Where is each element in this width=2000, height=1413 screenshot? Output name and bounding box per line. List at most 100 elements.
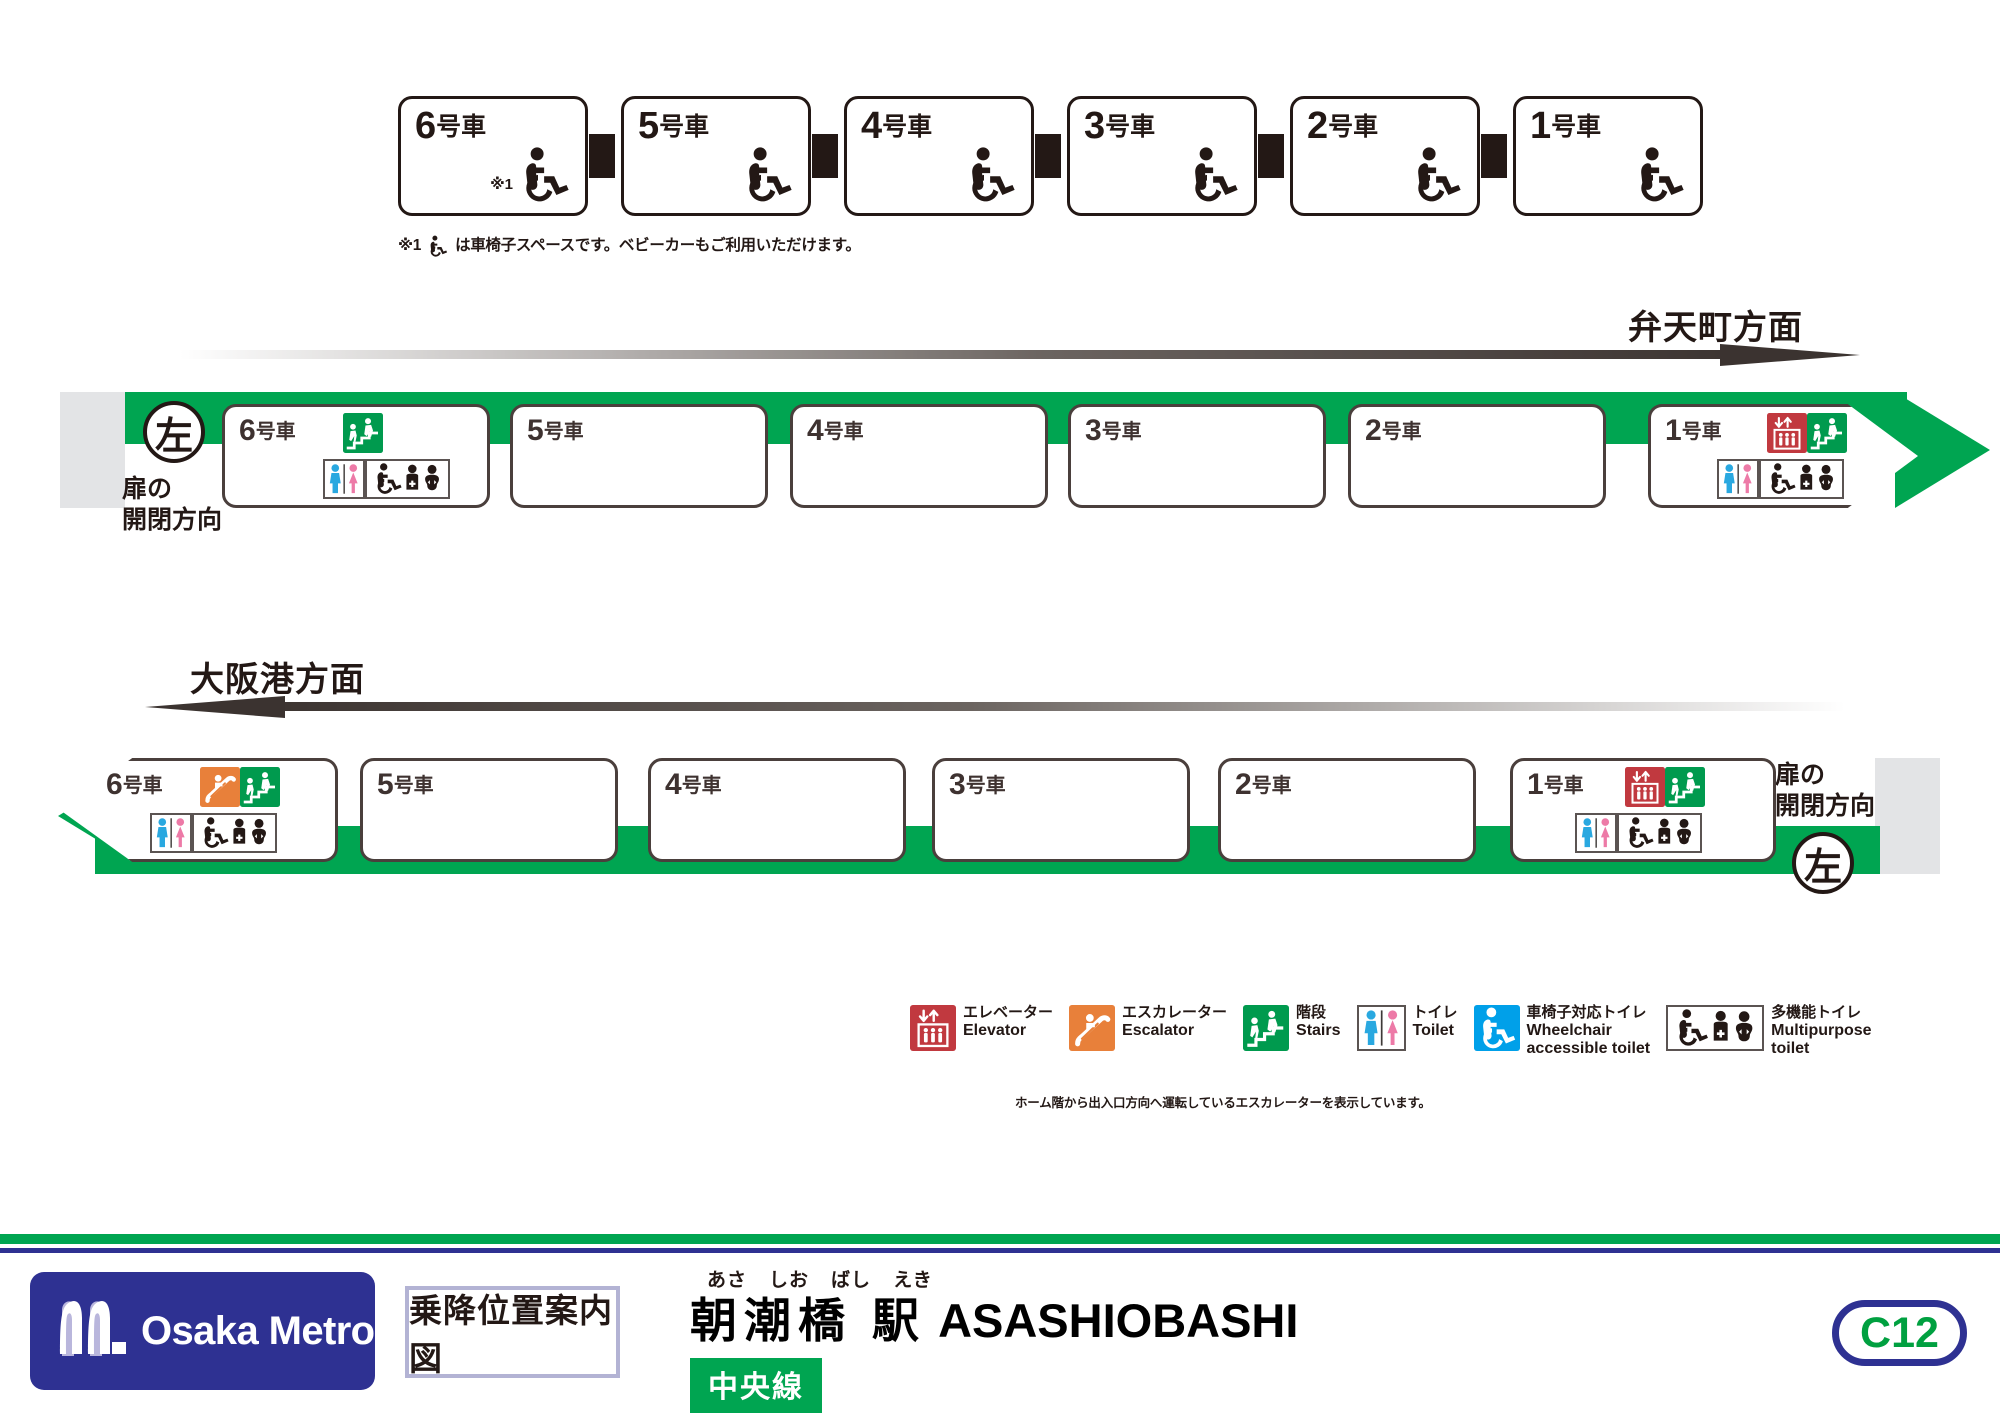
platform-end-cap-left bbox=[60, 392, 125, 508]
legend-item-stairs: 階段 Stairs bbox=[1243, 1004, 1341, 1056]
facility-icons-top bbox=[200, 767, 280, 812]
lower-direction-header: 大阪港方面 bbox=[0, 652, 2000, 718]
car-number-label: 4号車 bbox=[665, 768, 722, 801]
door-side-mark-left: 左 bbox=[143, 401, 205, 463]
facility-icons-bottom bbox=[323, 459, 450, 499]
furigana-part: しお bbox=[768, 1270, 809, 1291]
car-number-label: 4号車 bbox=[861, 105, 933, 147]
lower-direction-arrow bbox=[145, 696, 1845, 718]
car-number-label: 6号車 bbox=[239, 414, 296, 447]
train-formation-row: 6号車 ※1 5号車 4号車 3号車 2号車 1号車 bbox=[398, 96, 1703, 216]
facility-icons-top bbox=[1767, 413, 1847, 458]
door-label-line2: 開閉方向 bbox=[122, 506, 223, 534]
footer-navy-rule bbox=[0, 1248, 2000, 1253]
station-name-en: ASASHIOBASHI bbox=[938, 1294, 1299, 1347]
door-direction-label-upper: 扉の 開閉方向 bbox=[122, 474, 222, 536]
facility-icons-bottom bbox=[150, 813, 277, 853]
furigana-part: ばし bbox=[830, 1270, 871, 1291]
legend-label: 多機能トイレ Multipurpose toilet bbox=[1771, 1004, 1872, 1058]
car-number-label: 1号車 bbox=[1527, 768, 1584, 801]
wheelchair-space-icon bbox=[740, 146, 796, 207]
upper-direction-label: 弁天町方面 bbox=[1628, 309, 1803, 347]
lower-direction-label: 大阪港方面 bbox=[190, 661, 365, 699]
facility-legend: エレベーター Elevator エスカレーター Escalator 階段 Stairs トイ… bbox=[910, 1004, 1888, 1058]
station-furigana: あさ しお ばし えき bbox=[696, 1265, 1298, 1292]
osaka-metro-logo: Osaka Metro bbox=[30, 1272, 375, 1390]
facility-icons-top bbox=[343, 413, 383, 458]
legend-label: 車椅子対応トイレ Wheelchair accessible toilet bbox=[1526, 1004, 1651, 1058]
door-side-mark-text: 左 bbox=[1803, 846, 1842, 889]
car-number-label: 5号車 bbox=[527, 414, 584, 447]
elevator-icon bbox=[1767, 413, 1807, 458]
wheelchair-space-icon bbox=[1409, 146, 1465, 207]
facility-icons-bottom bbox=[1575, 813, 1702, 853]
train-car-3: 3号車 bbox=[1067, 96, 1257, 216]
train-car-2: 2号車 bbox=[1290, 96, 1480, 216]
lower-platform-diagram: 左 扉の 開閉方向 6号車 5号車 4号車 3号車 2号車 1号車 bbox=[0, 748, 2000, 908]
car-number-label: 6号車 bbox=[106, 768, 163, 801]
stairs-icon bbox=[240, 767, 280, 812]
platform-car-2: 2号車 bbox=[1218, 758, 1476, 862]
multipurpose-toilet-icon bbox=[1617, 813, 1702, 853]
elevator-icon bbox=[1625, 767, 1665, 812]
car-number-label: 6号車 bbox=[415, 105, 487, 147]
station-name-ja: 朝潮橋 駅 bbox=[690, 1294, 927, 1347]
multipurpose-toilet-icon bbox=[1666, 1005, 1765, 1051]
door-label-line1: 扉の bbox=[1775, 761, 1826, 789]
footnote-marker: ※1 bbox=[398, 237, 422, 254]
car-number-label: 2号車 bbox=[1235, 768, 1292, 801]
platform-car-5: 5号車 bbox=[360, 758, 618, 862]
facility-icons-bottom bbox=[1717, 459, 1844, 499]
toilet-icon bbox=[1575, 813, 1617, 853]
facility-icons-top bbox=[1625, 767, 1705, 812]
car-number-label: 1号車 bbox=[1665, 414, 1722, 447]
platform-car-4: 4号車 bbox=[648, 758, 906, 862]
car-coupler bbox=[812, 134, 838, 178]
escalator-note: ホーム階から出入口方向へ運転しているエスカレーターを表示しています。 bbox=[1015, 1096, 1431, 1110]
wheelchair-icon bbox=[427, 235, 449, 262]
car-number-label: 1号車 bbox=[1530, 105, 1602, 147]
elevator-icon bbox=[910, 1005, 956, 1056]
car-number-label: 3号車 bbox=[949, 768, 1006, 801]
platform-end-cap-right bbox=[1875, 758, 1940, 874]
toilet-icon bbox=[323, 459, 365, 499]
car-coupler bbox=[589, 134, 615, 178]
train-car-1: 1号車 bbox=[1513, 96, 1703, 216]
train-car-4: 4号車 bbox=[844, 96, 1034, 216]
car-coupler bbox=[1481, 134, 1507, 178]
wheelchair-toilet-icon bbox=[1473, 1005, 1520, 1056]
station-name: 朝潮橋 駅 ASASHIOBASHI bbox=[690, 1294, 1298, 1348]
legend-item-multipurpose-toilet: 多機能トイレ Multipurpose toilet bbox=[1666, 1004, 1872, 1058]
multipurpose-toilet-icon bbox=[1759, 459, 1844, 499]
station-code-badge: C12 bbox=[1832, 1300, 1967, 1366]
car-coupler bbox=[1035, 134, 1061, 178]
platform-car-6: 6号車 bbox=[222, 404, 490, 508]
car-number-label: 3号車 bbox=[1084, 105, 1156, 147]
toilet-icon bbox=[150, 813, 192, 853]
car-number-label: 5号車 bbox=[638, 105, 710, 147]
legend-item-toilet: トイレ Toilet bbox=[1356, 1004, 1458, 1051]
wheelchair-space-icon bbox=[1632, 146, 1688, 207]
stairs-icon bbox=[1243, 1005, 1290, 1056]
footnote-text: は車椅子スペースです。ベビーカーもご利用いただけます。 bbox=[455, 237, 861, 254]
boarding-position-diagram: 6号車 ※1 5号車 4号車 3号車 2号車 1号車 ※1 は車椅子スペースです。ベビーカー… bbox=[0, 0, 2000, 1413]
footer-green-rule bbox=[0, 1234, 2000, 1244]
map-kind-box: 乗降位置案内図 bbox=[405, 1286, 620, 1378]
brand-wordmark: Osaka Metro bbox=[141, 1308, 375, 1353]
legend-label: トイレ Toilet bbox=[1412, 1004, 1458, 1039]
upper-platform-diagram: 左 扉の 開閉方向 6号車 5号車 4号車 3号車 2号車 1号車 bbox=[0, 392, 2000, 542]
legend-item-escalator: エスカレーター Escalator bbox=[1069, 1004, 1227, 1056]
wheelchair-space-icon bbox=[517, 146, 573, 207]
upper-direction-arrow bbox=[180, 344, 1860, 366]
wheelchair-space-icon bbox=[963, 146, 1019, 207]
car-coupler bbox=[1258, 134, 1284, 178]
door-label-line1: 扉の bbox=[122, 475, 173, 503]
toilet-icon bbox=[1717, 459, 1759, 499]
door-direction-label-lower: 扉の 開閉方向 bbox=[1775, 760, 1875, 822]
platform-car-5: 5号車 bbox=[510, 404, 768, 508]
map-kind-label: 乗降位置案内図 bbox=[409, 1292, 613, 1377]
platform-car-3: 3号車 bbox=[932, 758, 1190, 862]
station-title-block: あさ しお ばし えき 朝潮橋 駅 ASASHIOBASHI 中央線 bbox=[690, 1265, 1298, 1413]
furigana-part: えき bbox=[893, 1270, 933, 1291]
station-code-text: C12 bbox=[1860, 1308, 1939, 1357]
